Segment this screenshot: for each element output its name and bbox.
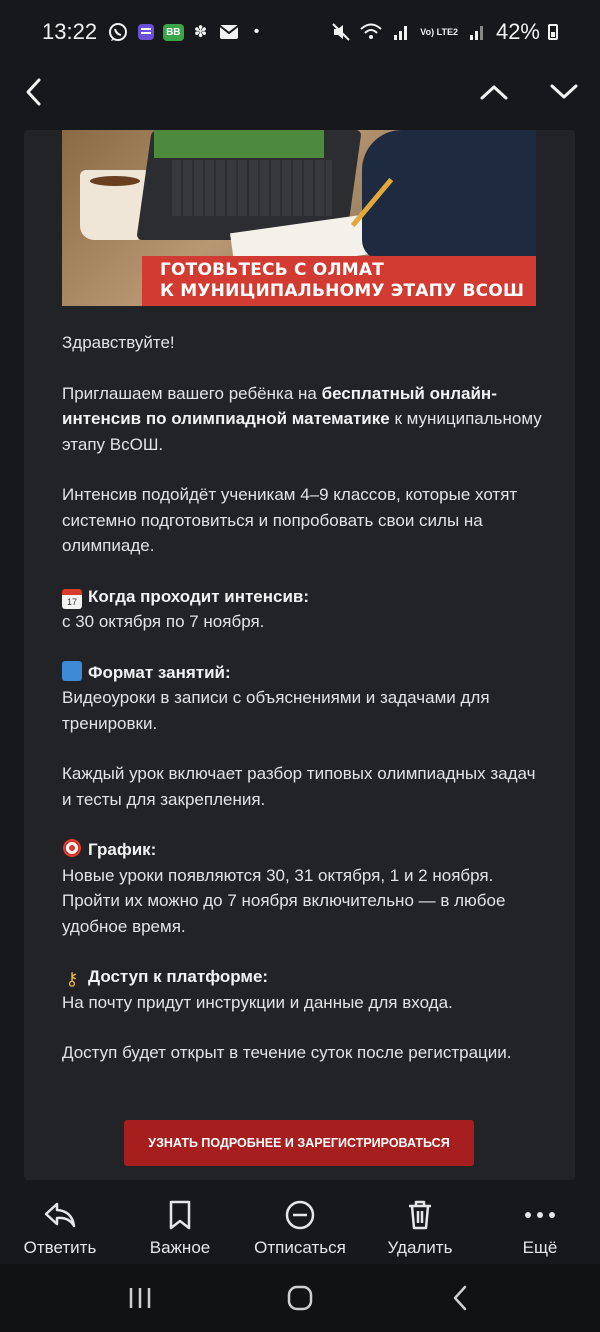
when-text: с 30 октября по 7 ноября. xyxy=(62,612,265,631)
recents-icon[interactable] xyxy=(110,1278,170,1318)
important-button[interactable]: Важное xyxy=(120,1190,240,1262)
battery-icon xyxy=(548,24,558,40)
register-button[interactable]: УЗНАТЬ ПОДРОБНЕЕ И ЗАРЕГИСТРИРОВАТЬСЯ xyxy=(124,1120,474,1166)
unsubscribe-icon xyxy=(283,1198,317,1232)
access-note: Доступ будет открыт в течение суток посл… xyxy=(62,1043,512,1062)
wifi-icon xyxy=(360,21,382,43)
mail-icon xyxy=(218,21,240,43)
more-icon xyxy=(523,1198,557,1232)
schedule-heading: График: xyxy=(88,840,157,859)
trash-icon xyxy=(403,1198,437,1232)
greeting: Здравствуйте! xyxy=(62,333,175,352)
audience-paragraph: Интенсив подойдёт ученикам 4–9 классов, … xyxy=(62,485,518,555)
banner-line-2: К МУНИЦИПАЛЬНОМУ ЭТАПУ ВСОШ xyxy=(160,281,525,301)
email-body: Здравствуйте! Приглашаем вашего ребёнка … xyxy=(62,330,542,1091)
app-icon xyxy=(135,21,157,43)
format-section: Формат занятий: Видеоуроки в записи с об… xyxy=(62,660,542,737)
status-bar: 13:22 BB ✽ • Vo) LTE2 42% xyxy=(0,0,600,64)
access-section: ⚷ Доступ к платформе: На почту придут инс… xyxy=(62,964,542,1015)
format-heading: Формат занятий: xyxy=(88,662,231,682)
bookmark-icon xyxy=(163,1198,197,1232)
email-message: ГОТОВЬТЕСЬ С ОЛМАТ К МУНИЦИПАЛЬНОМУ ЭТАП… xyxy=(24,130,575,1180)
reply-button[interactable]: Ответить xyxy=(0,1190,120,1262)
invite-pre: Приглашаем вашего ребёнка на xyxy=(62,383,322,403)
important-label: Важное xyxy=(149,1238,211,1257)
calendar-icon: 17 xyxy=(62,588,82,609)
more-label: Ещё xyxy=(522,1238,558,1257)
format-text: Видеоуроки в записи с объяснениями и зад… xyxy=(62,688,490,733)
promo-banner-image: ГОТОВЬТЕСЬ С ОЛМАТ К МУНИЦИПАЛЬНОМУ ЭТАП… xyxy=(62,130,536,306)
delete-button[interactable]: Удалить xyxy=(360,1190,480,1262)
reply-icon xyxy=(43,1198,77,1232)
whatsapp-icon xyxy=(107,21,129,43)
mute-icon xyxy=(330,21,352,43)
when-heading: Когда проходит интенсив: xyxy=(88,586,310,606)
status-time: 13:22 xyxy=(42,19,98,44)
bb-badge-icon: BB xyxy=(163,23,184,41)
email-action-toolbar: Ответить Важное Отписаться Удалить Ещё xyxy=(0,1190,600,1262)
access-heading: Доступ к платформе: xyxy=(88,967,269,986)
system-navigation-bar xyxy=(0,1264,600,1332)
schedule-text: Новые уроки появляются 30, 31 октября, 1… xyxy=(62,865,506,936)
unsubscribe-button[interactable]: Отписаться xyxy=(240,1190,360,1262)
status-icons-right: Vo) LTE2 42% xyxy=(330,19,558,45)
signal-icon xyxy=(390,21,412,43)
schedule-section: График: Новые уроки появляются 30, 31 ок… xyxy=(62,837,542,939)
banner-line-1: ГОТОВЬТЕСЬ С ОЛМАТ xyxy=(160,260,385,280)
network-label: Vo) LTE2 xyxy=(420,26,458,37)
invite-paragraph: Приглашаем вашего ребёнка на бесплатный … xyxy=(62,381,542,458)
delete-label: Удалить xyxy=(387,1238,453,1257)
more-button[interactable]: Ещё xyxy=(480,1190,600,1262)
book-icon xyxy=(62,660,82,681)
key-icon: ⚷ xyxy=(65,969,79,989)
unsubscribe-label: Отписаться xyxy=(254,1238,346,1257)
signal-icon-2 xyxy=(466,21,488,43)
banner-text: ГОТОВЬТЕСЬ С ОЛМАТ К МУНИЦИПАЛЬНОМУ ЭТАП… xyxy=(160,260,536,302)
laptop-keyboard-image xyxy=(172,160,332,216)
system-back-icon[interactable] xyxy=(430,1278,490,1318)
laptop-screen-image xyxy=(154,130,324,158)
home-icon[interactable] xyxy=(270,1278,330,1318)
dot-icon: • xyxy=(253,23,260,40)
when-section: 17 Когда проходит интенсив: с 30 октября … xyxy=(62,584,542,635)
target-icon xyxy=(62,838,82,858)
reply-label: Ответить xyxy=(23,1238,97,1257)
email-top-nav xyxy=(0,64,600,120)
chevron-down-icon[interactable] xyxy=(542,70,586,114)
chevron-up-icon[interactable] xyxy=(472,70,516,114)
battery-percent: 42% xyxy=(495,19,540,44)
student-image xyxy=(362,130,536,260)
status-icons-left: BB ✽ • xyxy=(107,21,267,43)
lesson-paragraph: Каждый урок включает разбор типовых олим… xyxy=(62,764,536,809)
access-text: На почту придут инструкции и данные для … xyxy=(62,992,453,1012)
back-icon[interactable] xyxy=(12,70,56,114)
flower-icon: ✽ xyxy=(193,24,208,41)
